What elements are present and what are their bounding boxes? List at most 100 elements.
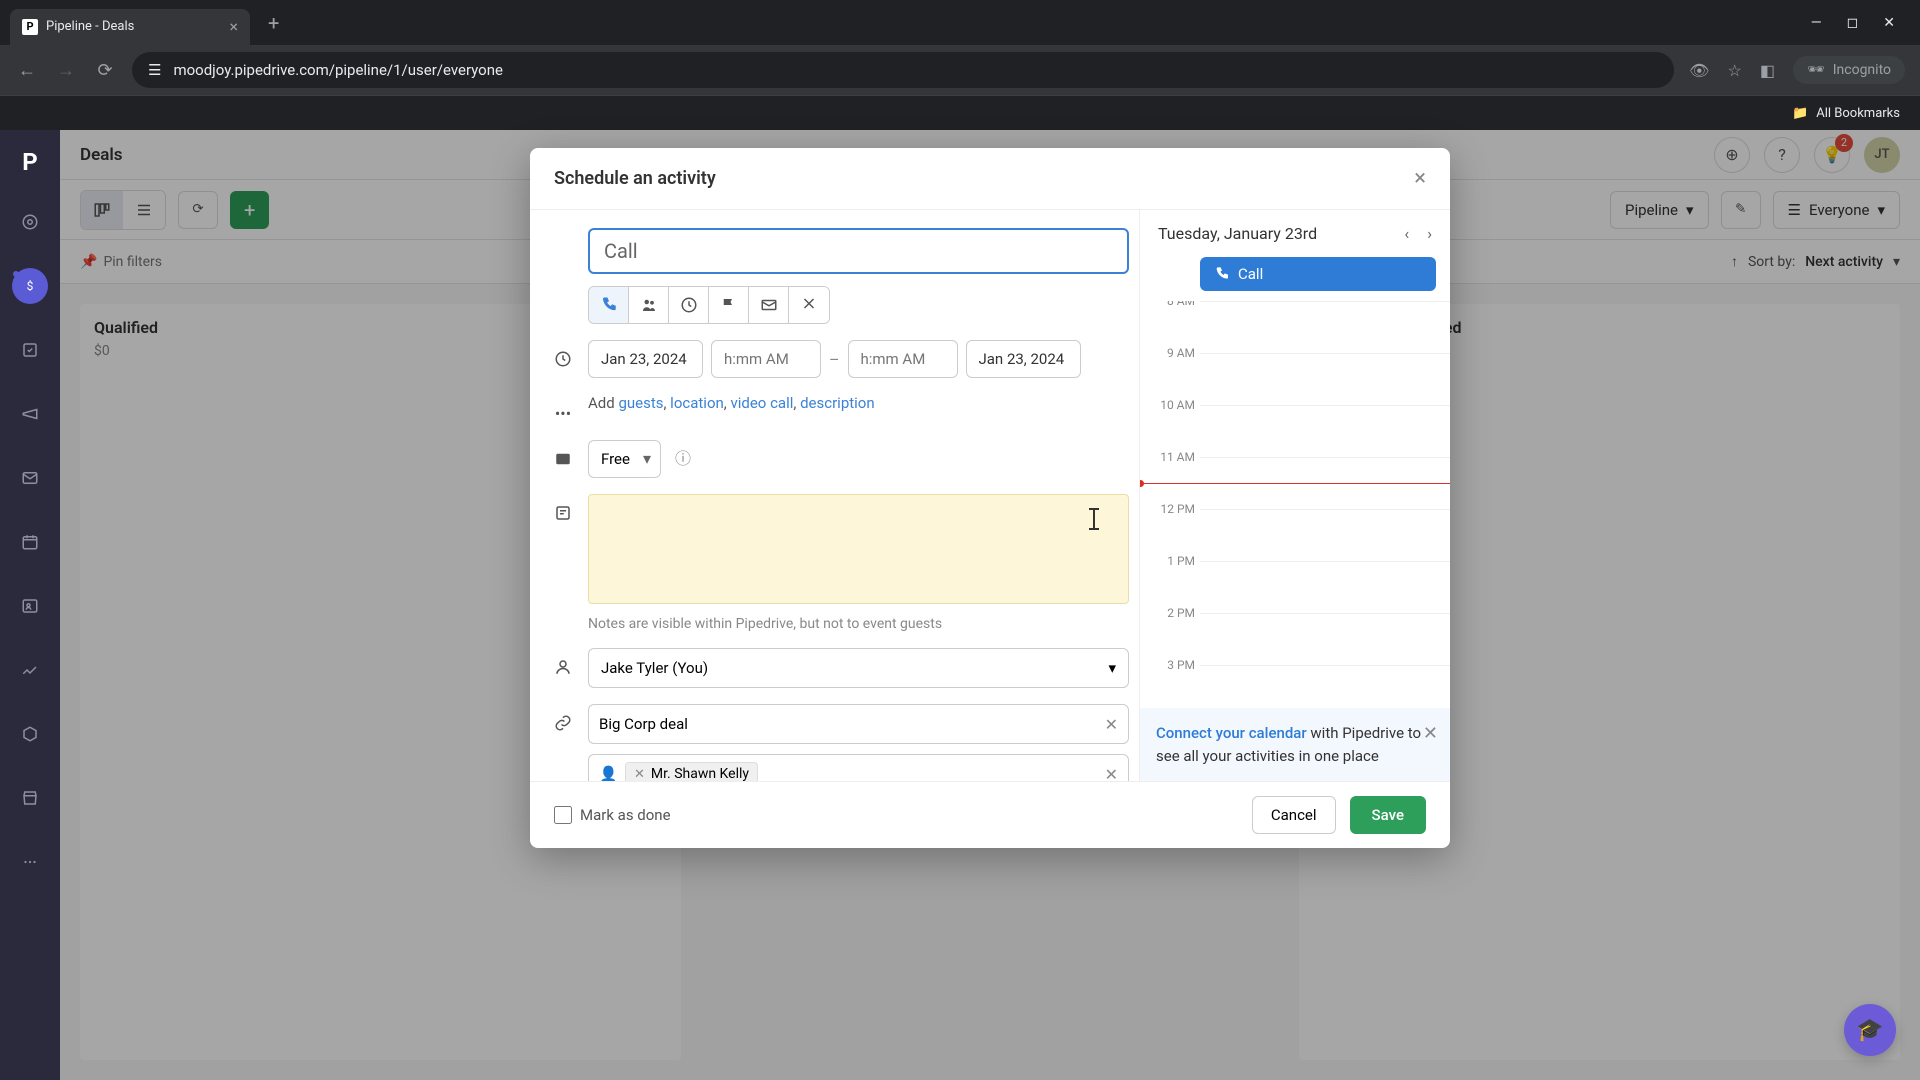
owner-select[interactable]: Jake Tyler (You)▾ [588, 648, 1129, 688]
clear-deal-icon[interactable]: ✕ [1105, 715, 1118, 734]
bookmark-star-icon[interactable]: ☆ [1727, 61, 1741, 80]
incognito-badge[interactable]: 🕶 Incognito [1793, 56, 1905, 84]
pipedrive-logo[interactable]: P [22, 148, 37, 176]
close-banner-icon[interactable]: ✕ [1423, 720, 1438, 747]
hour-label: 8 AM [1145, 301, 1195, 308]
hour-label: 1 PM [1145, 554, 1195, 568]
sidebar-marketplace-icon[interactable] [12, 780, 48, 816]
sidebar-activities-icon[interactable] [12, 524, 48, 560]
schedule-activity-modal: Schedule an activity × [530, 148, 1450, 848]
calendar-hour-row[interactable]: 8 AM [1200, 301, 1450, 353]
url-text: moodjoy.pipedrive.com/pipeline/1/user/ev… [173, 61, 503, 79]
calendar-header: Tuesday, January 23rd ‹ › [1140, 210, 1450, 257]
tab-title: Pipeline - Deals [46, 19, 134, 34]
calendar-hour-row[interactable]: 12 PM [1200, 509, 1450, 561]
notes-hint: Notes are visible within Pipedrive, but … [588, 616, 1129, 632]
end-time-input[interactable] [848, 340, 958, 378]
maximize-icon[interactable]: ◻ [1847, 15, 1859, 31]
scheduled-event-chip[interactable]: Call [1200, 257, 1436, 291]
sidebar-deals-icon[interactable]: $ [12, 268, 48, 304]
chevron-down-icon: ▾ [1108, 659, 1116, 677]
all-bookmarks-link[interactable]: All Bookmarks [1816, 106, 1900, 121]
calendar-hour-row[interactable]: 2 PM [1200, 613, 1450, 665]
tab-close-icon[interactable]: × [229, 17, 238, 36]
add-description-link[interactable]: description [800, 394, 875, 412]
calendar-hour-row[interactable]: 10 AM [1200, 405, 1450, 457]
url-field[interactable]: ☰ moodjoy.pipedrive.com/pipeline/1/user/… [132, 52, 1674, 88]
new-tab-button[interactable]: + [258, 11, 289, 35]
add-guests-link[interactable]: guests [618, 394, 663, 412]
modal-header: Schedule an activity × [530, 148, 1450, 210]
calendar-hour-row[interactable]: 9 AM [1200, 353, 1450, 405]
lunch-type-icon[interactable] [789, 287, 829, 323]
calendar-grid[interactable]: 8 AM9 AM10 AM11 AM12 PM1 PM2 PM3 PM11:30… [1140, 301, 1450, 708]
activity-subject-input[interactable] [588, 228, 1129, 274]
clock-icon [552, 348, 574, 370]
site-settings-icon[interactable]: ☰ [148, 61, 161, 79]
sidebar-leads-icon[interactable] [12, 204, 48, 240]
connect-calendar-link[interactable]: Connect your calendar [1156, 724, 1307, 742]
close-window-icon[interactable]: ✕ [1883, 15, 1895, 31]
sidebar-more-icon[interactable] [12, 844, 48, 880]
sidebar-mail-icon[interactable] [12, 460, 48, 496]
svg-text:$: $ [27, 279, 34, 293]
side-panel-icon[interactable]: ◧ [1760, 61, 1775, 80]
sidebar-contacts-icon[interactable] [12, 588, 48, 624]
notes-icon [552, 502, 574, 524]
next-day-icon[interactable]: › [1427, 224, 1432, 243]
reload-icon[interactable]: ⟳ [93, 60, 117, 81]
sidebar-campaigns-icon[interactable] [12, 396, 48, 432]
busy-icon [552, 448, 574, 470]
modal-overlay: Schedule an activity × [60, 130, 1920, 1080]
call-type-icon[interactable] [589, 287, 629, 323]
modal-footer: Mark as done Cancel Save [530, 781, 1450, 848]
sidebar-insights-icon[interactable] [12, 652, 48, 688]
sidebar-projects-icon[interactable] [12, 332, 48, 368]
person-field[interactable]: 👤 ✕Mr. Shawn Kelly ✕ [588, 754, 1129, 781]
remove-person-icon[interactable]: ✕ [634, 767, 645, 782]
calendar-hour-row[interactable]: 3 PM [1200, 665, 1450, 708]
deal-field[interactable]: Big Corp deal ✕ [588, 704, 1129, 744]
deadline-type-icon[interactable] [709, 287, 749, 323]
visibility-off-icon[interactable]: 👁 [1689, 61, 1709, 80]
save-button[interactable]: Save [1350, 796, 1426, 834]
email-type-icon[interactable] [749, 287, 789, 323]
end-date-input[interactable] [966, 340, 1081, 378]
cancel-button[interactable]: Cancel [1252, 796, 1336, 834]
back-icon[interactable]: ← [15, 60, 39, 81]
person-chip: ✕Mr. Shawn Kelly [625, 762, 758, 781]
mark-done-checkbox[interactable]: Mark as done [554, 806, 671, 824]
forward-icon: → [54, 60, 78, 81]
url-icons: 👁 ☆ ◧ 🕶 Incognito [1689, 56, 1905, 84]
sidebar-products-icon[interactable] [12, 716, 48, 752]
calendar-panel: Tuesday, January 23rd ‹ › Call 8 AM9 AM1… [1140, 210, 1450, 781]
sidebar: P $ [0, 130, 60, 1080]
add-video-link[interactable]: video call [730, 394, 793, 412]
calendar-hour-row[interactable]: 1 PM [1200, 561, 1450, 613]
incognito-icon: 🕶 [1807, 62, 1825, 78]
user-icon [552, 656, 574, 678]
activity-type-toggle [588, 286, 830, 324]
tab-bar: P Pipeline - Deals × + — ◻ ✕ [0, 0, 1920, 45]
bookmarks-bar: 📁 All Bookmarks [0, 95, 1920, 130]
info-icon[interactable]: ⓘ [675, 449, 691, 468]
more-icon: ••• [552, 402, 574, 424]
hour-label: 3 PM [1145, 658, 1195, 672]
modal-title: Schedule an activity [554, 168, 716, 189]
browser-tab[interactable]: P Pipeline - Deals × [10, 9, 250, 45]
add-links-row: Add guests, location, video call, descri… [588, 394, 1129, 412]
meeting-type-icon[interactable] [629, 287, 669, 323]
prev-day-icon[interactable]: ‹ [1404, 224, 1409, 243]
help-fab[interactable]: 🎓 [1844, 1004, 1896, 1056]
clear-person-icon[interactable]: ✕ [1105, 765, 1118, 782]
start-time-input[interactable] [711, 340, 821, 378]
add-location-link[interactable]: location [670, 394, 724, 412]
close-icon[interactable]: × [1414, 166, 1426, 191]
notes-textarea[interactable] [588, 494, 1129, 604]
minimize-icon[interactable]: — [1811, 15, 1822, 31]
current-time-indicator: 11:30 AM [1140, 483, 1450, 484]
text-cursor-indicator [1093, 508, 1095, 530]
availability-select[interactable]: Free [588, 440, 661, 478]
task-type-icon[interactable] [669, 287, 709, 323]
start-date-input[interactable] [588, 340, 703, 378]
